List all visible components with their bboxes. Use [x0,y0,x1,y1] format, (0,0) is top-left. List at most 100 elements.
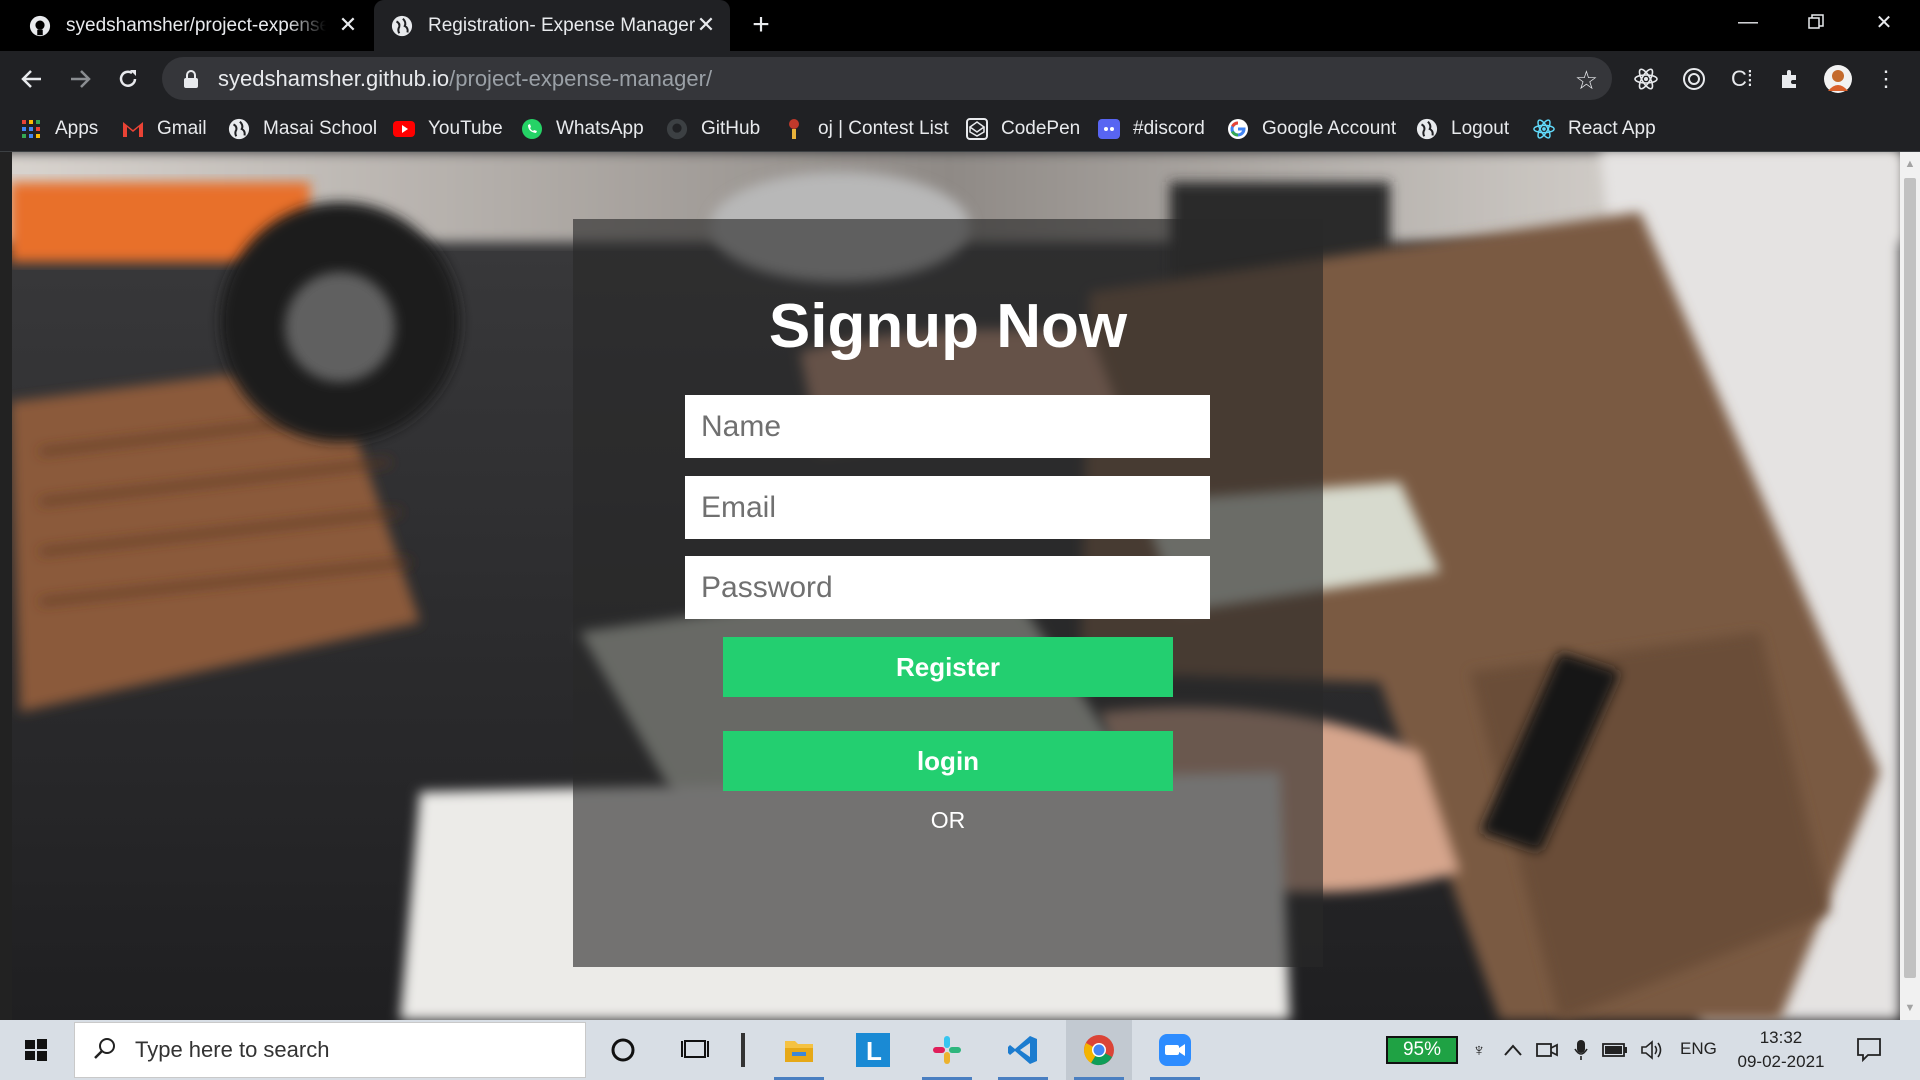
login-button[interactable]: login [723,731,1173,791]
vscode-icon[interactable] [990,1020,1056,1080]
page-title: Signup Now [768,292,1128,361]
search-icon [93,1036,117,1065]
tab-title: Registration- Expense Manager [428,14,696,36]
oj-icon [783,118,805,140]
bookmark-apps[interactable]: Apps [20,114,98,144]
codepen-icon [966,118,988,140]
search-placeholder: Type here to search [135,1037,330,1062]
target-extension-icon[interactable] [1678,63,1710,95]
bookmark-label: oj | Contest List [818,118,949,139]
tab-strip: syedshamsher/project-expense-manager ✕ R… [0,0,1920,51]
touch-pen-icon[interactable]: ♆ [1466,1037,1492,1063]
gmail-icon [122,118,144,140]
forward-icon[interactable] [62,61,98,97]
bookmark-label: Google Account [1262,118,1397,139]
or-divider: OR [930,807,966,833]
globe-icon [390,14,414,38]
bookmark-whatsapp[interactable]: WhatsApp [521,114,644,144]
lock-icon [182,69,200,89]
tab-github-repo[interactable]: syedshamsher/project-expense-manager ✕ [12,0,372,51]
globe-icon [1416,118,1438,140]
bookmark-oj-contest-list[interactable]: oj | Contest List [783,114,949,144]
github-icon [666,118,688,140]
tab-registration[interactable]: Registration- Expense Manager ✕ [374,0,730,51]
close-tab-icon[interactable]: ✕ [694,12,718,37]
bookmark-label: WhatsApp [556,118,644,139]
restore-icon[interactable] [1782,0,1850,44]
react-devtools-icon[interactable] [1630,63,1662,95]
scroll-up-icon[interactable]: ▲ [1900,154,1920,174]
file-explorer-icon[interactable] [766,1020,832,1080]
bookmark-google-account[interactable]: Google Account [1227,114,1396,144]
new-tab-icon[interactable]: + [746,10,776,41]
back-icon[interactable] [14,61,50,97]
battery-level-badge[interactable]: 95% [1386,1036,1458,1064]
bookmark-label: React App [1568,118,1656,139]
meet-now-icon[interactable] [1534,1037,1560,1063]
bookmark-logout[interactable]: Logout [1416,114,1509,144]
bookmark-label: GitHub [701,118,761,139]
cortana-icon[interactable] [590,1020,656,1080]
github-icon [28,14,52,38]
email-input[interactable] [685,476,1210,539]
windows-start-icon[interactable] [0,1020,72,1080]
google-icon [1227,118,1249,140]
bookmark-label: YouTube [428,118,503,139]
microphone-icon[interactable] [1568,1037,1594,1063]
extensions-puzzle-icon[interactable] [1774,63,1806,95]
url-path: /project-expense-manager/ [449,65,713,91]
discord-icon [1098,118,1120,140]
bookmark-masai-school[interactable]: Masai School [228,114,377,144]
address-bar[interactable]: syedshamsher.github.io/project-expense-m… [162,57,1612,100]
youtube-icon [393,118,415,140]
react-icon [1533,118,1555,140]
volume-icon[interactable] [1640,1037,1666,1063]
close-window-icon[interactable]: ✕ [1850,0,1918,44]
bookmark-label: #discord [1133,118,1205,139]
minimize-icon[interactable]: — [1714,0,1782,44]
page-viewport: Signup Now Register OR login [0,152,1900,1020]
bookmark-gmail[interactable]: Gmail [122,114,207,144]
chrome-icon[interactable] [1066,1020,1132,1080]
bookmarks-bar: Apps Gmail Masai School YouTube WhatsApp… [0,106,1920,152]
page-scrollbar[interactable]: ▲ ▼ [1900,152,1920,1020]
windows-taskbar: Type here to search L 95% ♆ ENG 13:32 09… [0,1020,1920,1080]
bookmark-react-app[interactable]: React App [1533,114,1656,144]
register-button[interactable]: Register [723,637,1173,697]
tab-title: syedshamsher/project-expense-manager [66,14,326,36]
bookmark-label: Masai School [263,118,378,139]
clock-time: 13:32 [1759,1028,1803,1047]
battery-icon[interactable] [1602,1037,1628,1063]
bookmark-github[interactable]: GitHub [666,114,760,144]
input-language[interactable]: ENG [1680,1039,1717,1059]
bookmark-label: Gmail [157,118,207,139]
bookmark-star-icon[interactable]: ☆ [1575,65,1598,96]
scrollbar-thumb[interactable] [1904,178,1916,978]
clock-date: 09-02-2021 [1737,1052,1825,1071]
signup-card: Signup Now Register OR login [573,219,1323,967]
bookmark-discord[interactable]: #discord [1098,114,1205,144]
system-clock[interactable]: 13:32 09-02-2021 [1726,1026,1836,1074]
bookmark-label: Apps [55,118,99,139]
ci-extension-icon[interactable]: C⁞ [1726,63,1758,95]
scroll-down-icon[interactable]: ▼ [1900,998,1920,1018]
zoom-icon[interactable] [1142,1020,1208,1080]
bookmark-label: Logout [1451,118,1510,139]
bookmark-label: CodePen [1001,118,1081,139]
name-input[interactable] [685,395,1210,458]
taskbar-search[interactable]: Type here to search [74,1022,586,1078]
bookmark-youtube[interactable]: YouTube [393,114,503,144]
profile-avatar[interactable] [1822,63,1854,95]
lens-app-icon[interactable]: L [840,1020,906,1080]
url-host: syedshamsher.github.io [218,65,450,91]
whatsapp-icon [521,118,543,140]
bookmark-codepen[interactable]: CodePen [966,114,1080,144]
password-input[interactable] [685,556,1210,619]
browser-menu-icon[interactable]: ⋮ [1870,63,1902,95]
close-tab-icon[interactable]: ✕ [336,12,360,37]
reload-icon[interactable] [110,61,146,97]
show-hidden-icons-icon[interactable] [1500,1037,1526,1063]
slack-icon[interactable] [914,1020,980,1080]
globe-icon [228,118,250,140]
notifications-icon[interactable] [1856,1036,1882,1062]
